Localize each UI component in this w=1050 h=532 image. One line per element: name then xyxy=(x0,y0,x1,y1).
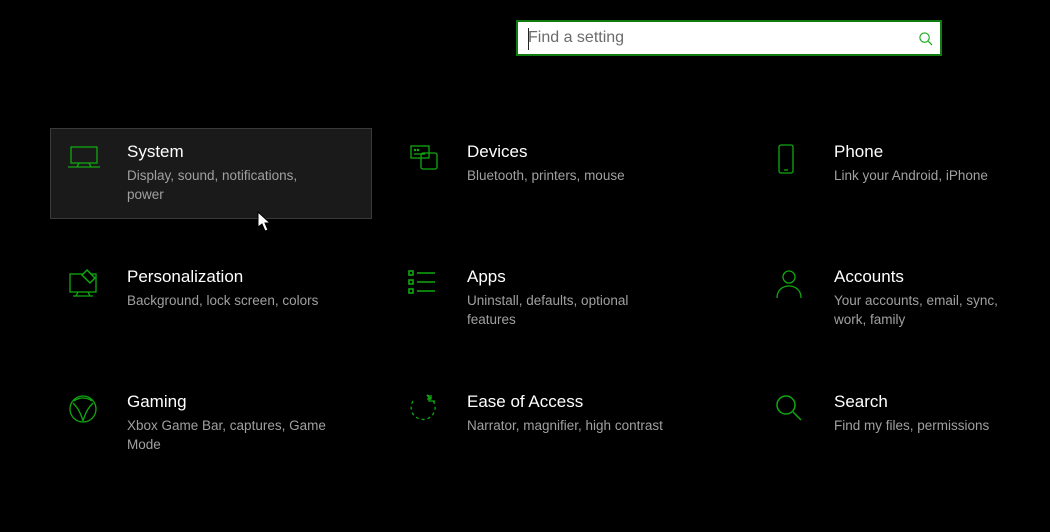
tile-desc: Bluetooth, printers, mouse xyxy=(467,166,677,185)
tile-personalization[interactable]: Personalization Background, lock screen,… xyxy=(50,253,372,344)
tile-gaming[interactable]: Gaming Xbox Game Bar, captures, Game Mod… xyxy=(50,378,372,469)
tile-title: Devices xyxy=(467,141,722,163)
tile-desc: Display, sound, notifications, power xyxy=(127,166,337,204)
text-caret xyxy=(528,28,529,50)
tile-phone[interactable]: Phone Link your Android, iPhone xyxy=(757,128,1037,219)
tile-desc: Find my files, permissions xyxy=(834,416,1020,435)
tile-desc: Your accounts, email, sync, work, family xyxy=(834,291,1020,329)
tile-devices[interactable]: Devices Bluetooth, printers, mouse xyxy=(390,128,739,219)
tile-title: Ease of Access xyxy=(467,391,722,413)
tile-apps[interactable]: Apps Uninstall, defaults, optional featu… xyxy=(390,253,739,344)
phone-icon xyxy=(774,141,816,177)
settings-grid: System Display, sound, notifications, po… xyxy=(50,128,1030,469)
tile-title: Apps xyxy=(467,266,722,288)
tile-search[interactable]: Search Find my files, permissions xyxy=(757,378,1037,469)
ease-of-access-icon xyxy=(407,391,449,425)
tile-title: Gaming xyxy=(127,391,355,413)
tile-title: Phone xyxy=(834,141,1020,163)
tile-accounts[interactable]: Accounts Your accounts, email, sync, wor… xyxy=(757,253,1037,344)
system-icon xyxy=(67,141,109,171)
personalization-icon xyxy=(67,266,109,298)
apps-icon xyxy=(407,266,449,296)
search-tile-icon xyxy=(774,391,816,423)
tile-ease-of-access[interactable]: Ease of Access Narrator, magnifier, high… xyxy=(390,378,739,469)
tile-desc: Background, lock screen, colors xyxy=(127,291,337,310)
gaming-icon xyxy=(67,391,109,425)
tile-desc: Narrator, magnifier, high contrast xyxy=(467,416,677,435)
tile-desc: Link your Android, iPhone xyxy=(834,166,1020,185)
devices-icon xyxy=(407,141,449,173)
search-icon xyxy=(910,31,940,46)
tile-title: System xyxy=(127,141,355,163)
tile-title: Personalization xyxy=(127,266,355,288)
tile-title: Search xyxy=(834,391,1020,413)
tile-desc: Xbox Game Bar, captures, Game Mode xyxy=(127,416,337,454)
accounts-icon xyxy=(774,266,816,300)
tile-title: Accounts xyxy=(834,266,1020,288)
search-box[interactable] xyxy=(516,20,942,56)
search-input[interactable] xyxy=(518,29,910,47)
tile-desc: Uninstall, defaults, optional features xyxy=(467,291,677,329)
tile-system[interactable]: System Display, sound, notifications, po… xyxy=(50,128,372,219)
